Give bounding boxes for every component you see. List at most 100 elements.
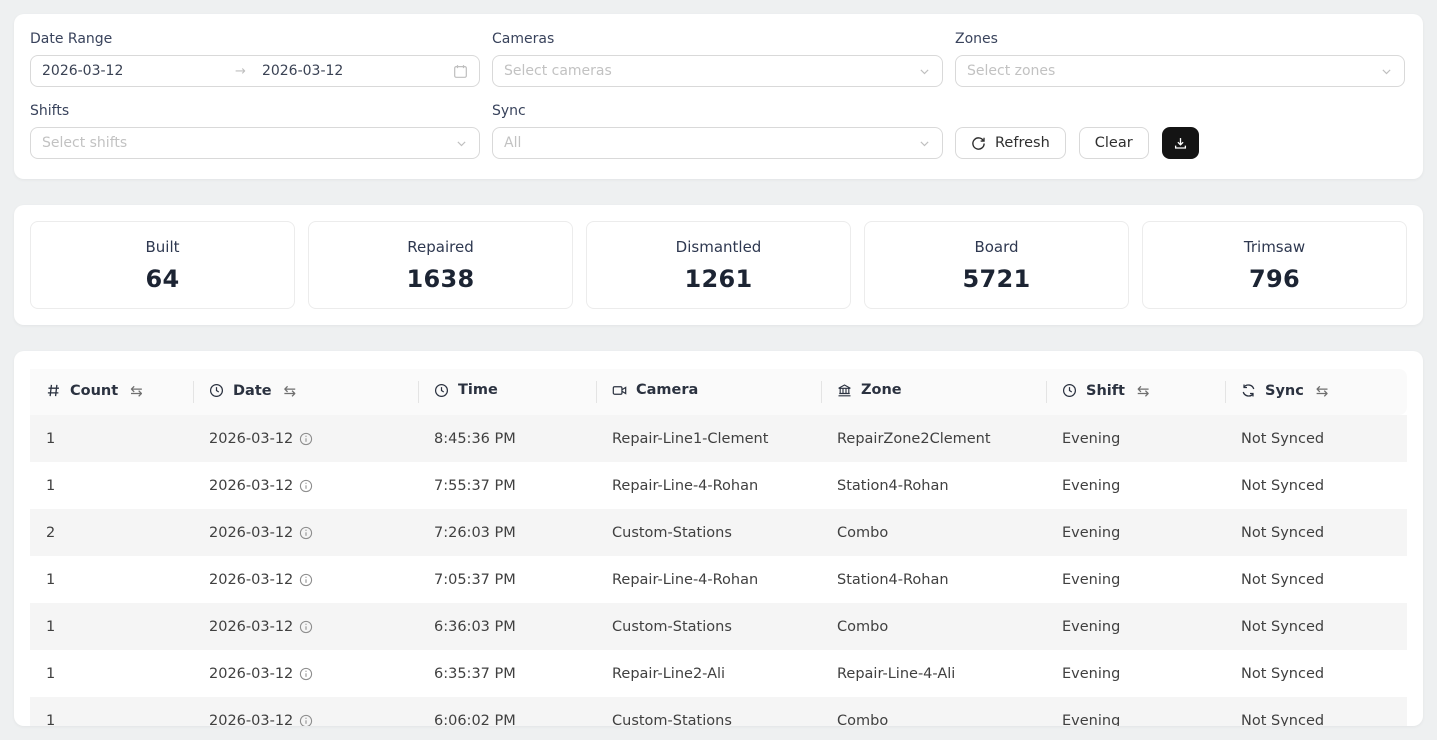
video-camera-icon [612, 383, 627, 398]
date-cell: 2026-03-12 [193, 697, 418, 726]
sync-cell: Not Synced [1225, 415, 1407, 462]
date-range-field: Date Range 2026-03-12 → 2026-03-12 [30, 31, 480, 87]
table-header-cell[interactable]: Camera [596, 369, 821, 415]
zones-label: Zones [955, 31, 1405, 47]
zone-cell: Combo [821, 509, 1046, 556]
column-label: Date [233, 383, 272, 399]
info-icon[interactable] [299, 479, 313, 493]
shift-cell: Evening [1046, 556, 1225, 603]
clock-icon [434, 383, 449, 398]
shifts-field: Shifts Select shifts [30, 103, 480, 159]
sync-select[interactable]: All [492, 127, 943, 159]
sort-icon[interactable]: ⇆ [1316, 382, 1329, 400]
table-row: 1 2026-03-12 6:06:02 PM Custom-Stations … [30, 697, 1407, 726]
date-range-picker[interactable]: 2026-03-12 → 2026-03-12 [30, 55, 480, 87]
stat-card: Repaired 1638 [308, 221, 573, 309]
sync-cell: Not Synced [1225, 462, 1407, 509]
table-header-cell[interactable]: Time [418, 369, 596, 415]
events-table-panel: Count ⇆ Date ⇆ [14, 351, 1423, 726]
sync-cell: Not Synced [1225, 697, 1407, 726]
chevron-down-icon [918, 137, 931, 150]
camera-cell: Repair-Line2-Ali [596, 650, 821, 697]
info-icon[interactable] [299, 620, 313, 634]
time-cell: 6:35:37 PM [418, 650, 596, 697]
count-cell: 1 [30, 650, 193, 697]
refresh-button-label: Refresh [995, 135, 1050, 151]
cameras-select[interactable]: Select cameras [492, 55, 943, 87]
table-header-cell[interactable]: Date ⇆ [193, 369, 418, 415]
stat-value: 796 [1153, 265, 1396, 293]
stat-value: 64 [41, 265, 284, 293]
shifts-placeholder: Select shifts [42, 135, 455, 151]
zones-select[interactable]: Select zones [955, 55, 1405, 87]
sort-icon[interactable]: ⇆ [130, 382, 143, 400]
download-button[interactable] [1162, 127, 1199, 159]
date-cell: 2026-03-12 [193, 509, 418, 556]
table-header-cell[interactable]: Shift ⇆ [1046, 369, 1225, 415]
stats-row: Built 64 Repaired 1638 Dismantled 1261 B… [30, 221, 1407, 309]
sync-cell: Not Synced [1225, 556, 1407, 603]
date-range-start[interactable]: 2026-03-12 [42, 63, 233, 79]
info-icon[interactable] [299, 573, 313, 587]
table-header-cell[interactable]: Sync ⇆ [1225, 369, 1407, 415]
date-cell: 2026-03-12 [193, 603, 418, 650]
column-label: Zone [861, 382, 902, 398]
date-value: 2026-03-12 [209, 478, 293, 494]
count-cell: 1 [30, 697, 193, 726]
bank-icon [837, 383, 852, 398]
stat-value: 1261 [597, 265, 840, 293]
zone-cell: Station4-Rohan [821, 556, 1046, 603]
arrow-right-icon: → [233, 64, 248, 79]
info-icon[interactable] [299, 432, 313, 446]
table-header-cell[interactable]: Count ⇆ [30, 369, 193, 415]
clear-button[interactable]: Clear [1079, 127, 1149, 159]
stat-label: Built [41, 238, 284, 256]
column-label: Camera [636, 382, 698, 398]
chevron-down-icon [918, 65, 931, 78]
refresh-icon [971, 136, 986, 151]
hash-icon [46, 383, 61, 398]
info-icon[interactable] [299, 667, 313, 681]
shifts-label: Shifts [30, 103, 480, 119]
zones-placeholder: Select zones [967, 63, 1380, 79]
date-value: 2026-03-12 [209, 572, 293, 588]
date-value: 2026-03-12 [209, 431, 293, 447]
info-icon[interactable] [299, 714, 313, 727]
date-cell: 2026-03-12 [193, 415, 418, 462]
events-table: Count ⇆ Date ⇆ [30, 369, 1407, 726]
shifts-select[interactable]: Select shifts [30, 127, 480, 159]
zone-cell: Station4-Rohan [821, 462, 1046, 509]
zone-cell: Repair-Line-4-Ali [821, 650, 1046, 697]
camera-cell: Repair-Line-4-Rohan [596, 556, 821, 603]
date-value: 2026-03-12 [209, 713, 293, 727]
stat-card: Trimsaw 796 [1142, 221, 1407, 309]
shift-cell: Evening [1046, 650, 1225, 697]
count-cell: 1 [30, 603, 193, 650]
shift-cell: Evening [1046, 697, 1225, 726]
date-value: 2026-03-12 [209, 619, 293, 635]
stat-value: 1638 [319, 265, 562, 293]
table-row: 1 2026-03-12 6:36:03 PM Custom-Stations … [30, 603, 1407, 650]
info-icon[interactable] [299, 526, 313, 540]
sync-label: Sync [492, 103, 943, 119]
sort-icon[interactable]: ⇆ [1137, 382, 1150, 400]
refresh-button[interactable]: Refresh [955, 127, 1066, 159]
time-cell: 6:36:03 PM [418, 603, 596, 650]
sort-icon[interactable]: ⇆ [284, 382, 297, 400]
cameras-label: Cameras [492, 31, 943, 47]
table-header-cell[interactable]: Zone [821, 369, 1046, 415]
date-range-end[interactable]: 2026-03-12 [248, 63, 453, 79]
stat-label: Trimsaw [1153, 238, 1396, 256]
zone-cell: RepairZone2Clement [821, 415, 1046, 462]
zone-cell: Combo [821, 697, 1046, 726]
column-label: Time [458, 382, 498, 398]
stat-value: 5721 [875, 265, 1118, 293]
table-row: 1 2026-03-12 8:45:36 PM Repair-Line1-Cle… [30, 415, 1407, 462]
count-cell: 1 [30, 462, 193, 509]
chevron-down-icon [455, 137, 468, 150]
stat-label: Board [875, 238, 1118, 256]
sync-field: Sync All [492, 103, 943, 159]
cameras-field: Cameras Select cameras [492, 31, 943, 87]
time-cell: 8:45:36 PM [418, 415, 596, 462]
date-value: 2026-03-12 [209, 525, 293, 541]
